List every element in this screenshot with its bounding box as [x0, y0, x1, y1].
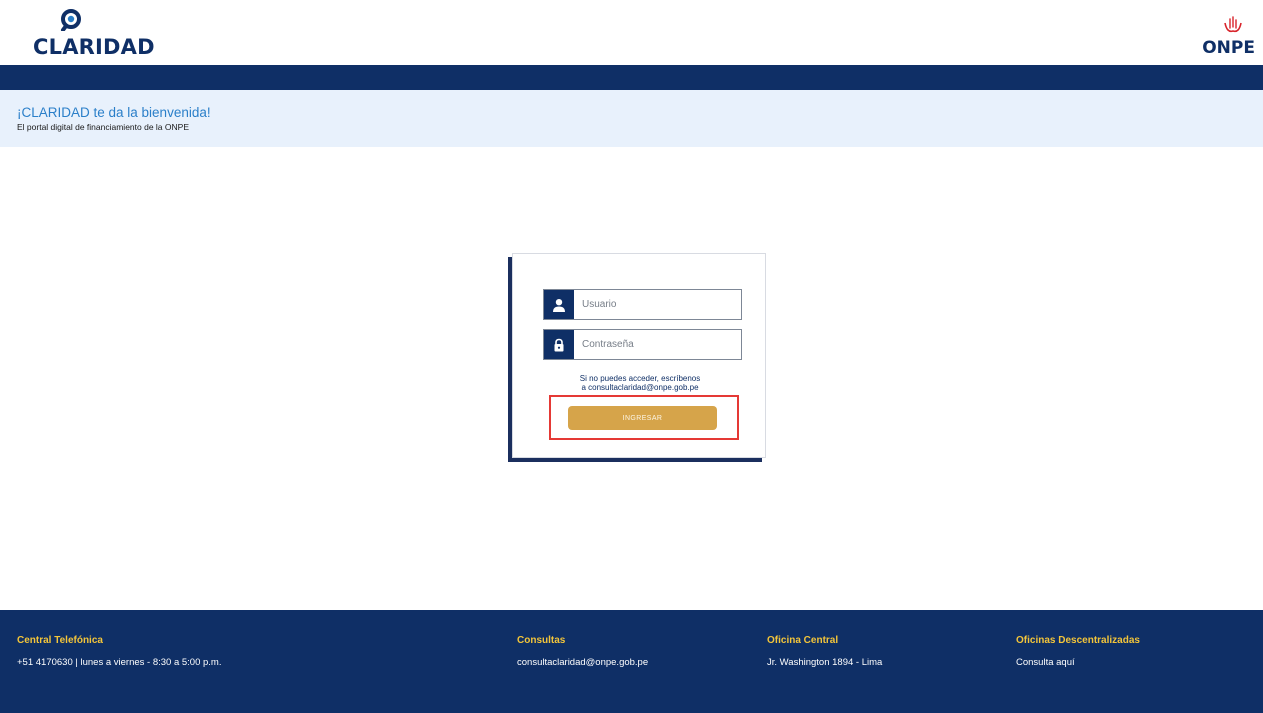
magnifier-logo-icon [61, 9, 81, 31]
footer-office-address: Jr. Washington 1894 - Lima [767, 657, 883, 668]
password-field [543, 329, 742, 360]
footer-regional-heading: Oficinas Descentralizadas [1016, 635, 1140, 646]
username-input[interactable] [574, 290, 741, 319]
brand-name: CLARIDAD [33, 35, 155, 59]
claridad-logo[interactable]: CLARIDAD [33, 9, 155, 59]
welcome-banner: ¡CLARIDAD te da la bienvenida! El portal… [0, 90, 1263, 147]
help-text: Si no puedes acceder, escríbenos a consu… [513, 374, 767, 392]
username-field [543, 289, 742, 320]
footer-regional-link[interactable]: Consulta aquí [1016, 657, 1140, 668]
footer-inquiries: Consultas consultaclaridad@onpe.gob.pe [517, 635, 648, 668]
footer-phone-text: +51 4170630 | lunes a viernes - 8:30 a 5… [17, 657, 222, 668]
footer-phone: Central Telefónica +51 4170630 | lunes a… [17, 635, 221, 668]
welcome-title: ¡CLARIDAD te da la bienvenida! [17, 105, 211, 120]
login-page: CLARIDAD ONPE ¡CLARIDAD te da la bienven… [0, 0, 1263, 713]
welcome-subtitle: El portal digital de financiamiento de l… [17, 122, 189, 132]
footer-inquiries-heading: Consultas [517, 635, 566, 646]
footer-office-heading: Oficina Central [767, 635, 839, 646]
top-header: CLARIDAD ONPE [0, 0, 1263, 65]
footer-phone-heading: Central Telefónica [17, 635, 103, 646]
lock-icon [544, 330, 574, 359]
partner-name: ONPE [1202, 38, 1255, 58]
user-icon [544, 290, 574, 319]
ballot-logo-icon [1224, 16, 1242, 33]
footer-inquiries-email[interactable]: consultaclaridad@onpe.gob.pe [517, 657, 648, 668]
help-email-link[interactable]: a consultaclaridad@onpe.gob.pe [513, 383, 767, 392]
navy-band [0, 65, 1263, 90]
password-input[interactable] [574, 330, 741, 359]
onpe-logo[interactable]: ONPE [1195, 15, 1255, 61]
login-button[interactable]: INGRESAR [568, 406, 717, 430]
footer: Central Telefónica +51 4170630 | lunes a… [0, 610, 1263, 713]
footer-regional: Oficinas Descentralizadas Consulta aquí [1016, 635, 1140, 668]
footer-office: Oficina Central Jr. Washington 1894 - Li… [767, 635, 882, 668]
help-line-1: Si no puedes acceder, escríbenos [579, 374, 701, 383]
login-card: Si no puedes acceder, escríbenos a consu… [512, 253, 766, 458]
